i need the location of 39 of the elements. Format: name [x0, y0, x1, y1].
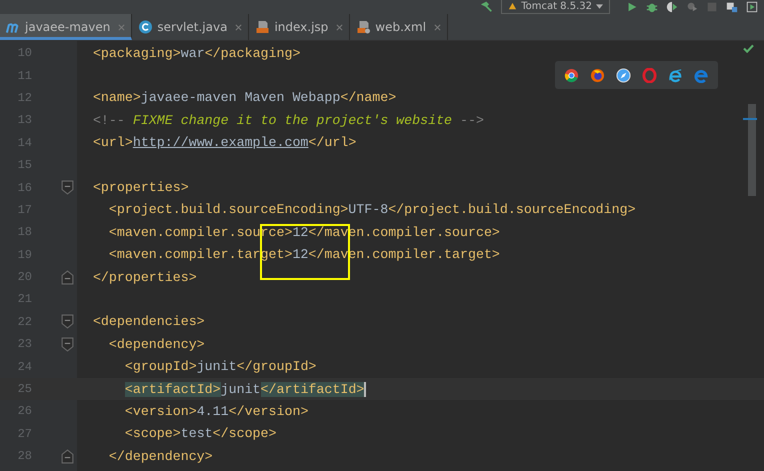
- edge-icon[interactable]: [694, 68, 709, 82]
- editor-tab[interactable]: index.jsp: [249, 14, 350, 40]
- code-line: <scope>test</scope>: [124, 426, 276, 442]
- firefox-icon[interactable]: [590, 68, 606, 82]
- coverage-icon[interactable]: [666, 1, 678, 13]
- xml-file-icon: [356, 20, 372, 34]
- bug-icon[interactable]: [646, 1, 658, 13]
- code-line: <version>4.11</version>: [124, 404, 308, 419]
- editor-tab[interactable]: web.xml: [350, 14, 448, 40]
- close-icon[interactable]: [235, 24, 242, 30]
- error-stripe-marker[interactable]: [743, 118, 757, 120]
- chrome-icon[interactable]: [564, 68, 580, 82]
- jsp-file-icon: [255, 20, 270, 34]
- code-line: <artifactId>junit</artifactId>: [124, 382, 366, 397]
- code-line: <packaging>war</packaging>: [92, 46, 300, 61]
- compass-icon[interactable]: [616, 68, 632, 82]
- close-icon[interactable]: [336, 24, 344, 30]
- code-line: <!-- FIXME change it to the project's website -->: [92, 112, 484, 128]
- check-icon: [743, 44, 754, 53]
- code-line: </properties>: [92, 270, 197, 285]
- close-icon[interactable]: [434, 24, 442, 30]
- code-line: <url>http://www.example.com</url>: [92, 135, 356, 150]
- code-line: </dependency>: [108, 448, 213, 464]
- internet-explorer-icon[interactable]: [668, 68, 683, 82]
- caret-icon: [596, 4, 603, 9]
- window-icon[interactable]: [746, 1, 758, 13]
- scrollbar-thumb[interactable]: [748, 104, 756, 196]
- editor-tab[interactable]: javaee-maven: [0, 14, 132, 40]
- code-line: <groupId>junit</groupId>: [124, 359, 316, 374]
- code-line: <dependency>: [108, 336, 205, 352]
- class-icon: [138, 20, 154, 34]
- opera-icon[interactable]: [642, 68, 657, 82]
- fold-icon[interactable]: [61, 336, 74, 352]
- code-line: <name>javaee-maven Maven Webapp</name>: [92, 90, 396, 106]
- code-line: <properties>: [92, 180, 189, 196]
- code-line: <dependencies>: [92, 314, 205, 330]
- editor-tab[interactable]: servlet.java: [132, 14, 250, 40]
- code-line: <project.build.sourceEncoding>UTF-8</project.build.sourceEncoding>: [108, 202, 636, 218]
- hammer-icon[interactable]: [481, 1, 494, 13]
